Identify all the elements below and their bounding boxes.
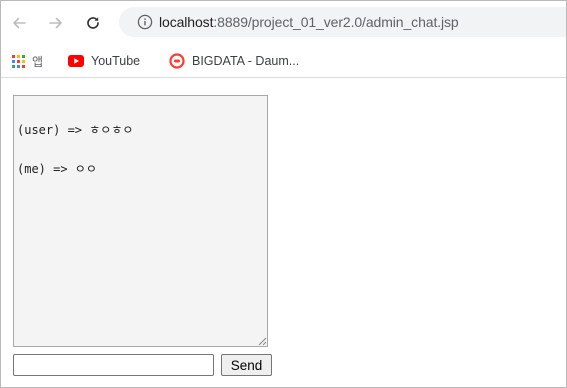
- apps-grid-icon: [12, 54, 25, 68]
- back-button[interactable]: [7, 9, 31, 37]
- chat-line: (me) => ㅇㅇ: [17, 162, 97, 176]
- back-arrow-icon: [13, 17, 26, 29]
- reload-icon: [87, 17, 99, 29]
- url-host: localhost: [159, 14, 214, 30]
- browser-window: localhost:8889/project_01_ver2.0/admin_c…: [0, 0, 567, 388]
- youtube-icon: [68, 55, 84, 67]
- page-content: (user) => ㅎㅇㅎㅇ (me) => ㅇㅇ Send: [1, 78, 566, 387]
- daum-icon: [169, 53, 185, 69]
- apps-shortcut[interactable]: 앱: [12, 52, 43, 70]
- url-path: :8889/project_01_ver2.0/admin_chat.jsp: [213, 14, 459, 30]
- bookmark-youtube-label: YouTube: [91, 54, 141, 68]
- chat-log-textarea[interactable]: (user) => ㅎㅇㅎㅇ (me) => ㅇㅇ: [13, 95, 268, 347]
- forward-button[interactable]: [44, 9, 68, 37]
- resize-grip-icon[interactable]: [258, 337, 267, 346]
- chat-line: (user) => ㅎㅇㅎㅇ: [17, 123, 134, 137]
- address-bar[interactable]: localhost:8889/project_01_ver2.0/admin_c…: [119, 7, 566, 37]
- bookmark-bigdata-label: BIGDATA - Daum...: [192, 54, 300, 68]
- bookmark-youtube[interactable]: YouTube: [68, 52, 140, 70]
- url-text: localhost:8889/project_01_ver2.0/admin_c…: [159, 13, 459, 31]
- bookmarks-bar: 앱 YouTube BIGDATA - Daum...: [1, 45, 566, 78]
- message-input[interactable]: [13, 354, 214, 376]
- browser-toolbar: localhost:8889/project_01_ver2.0/admin_c…: [1, 1, 566, 45]
- forward-arrow-icon: [49, 17, 62, 29]
- apps-label: 앱: [32, 54, 44, 69]
- reload-button[interactable]: [81, 9, 105, 37]
- info-icon[interactable]: [137, 14, 153, 30]
- send-button[interactable]: Send: [221, 354, 272, 376]
- bookmark-bigdata-daum[interactable]: BIGDATA - Daum...: [169, 52, 299, 70]
